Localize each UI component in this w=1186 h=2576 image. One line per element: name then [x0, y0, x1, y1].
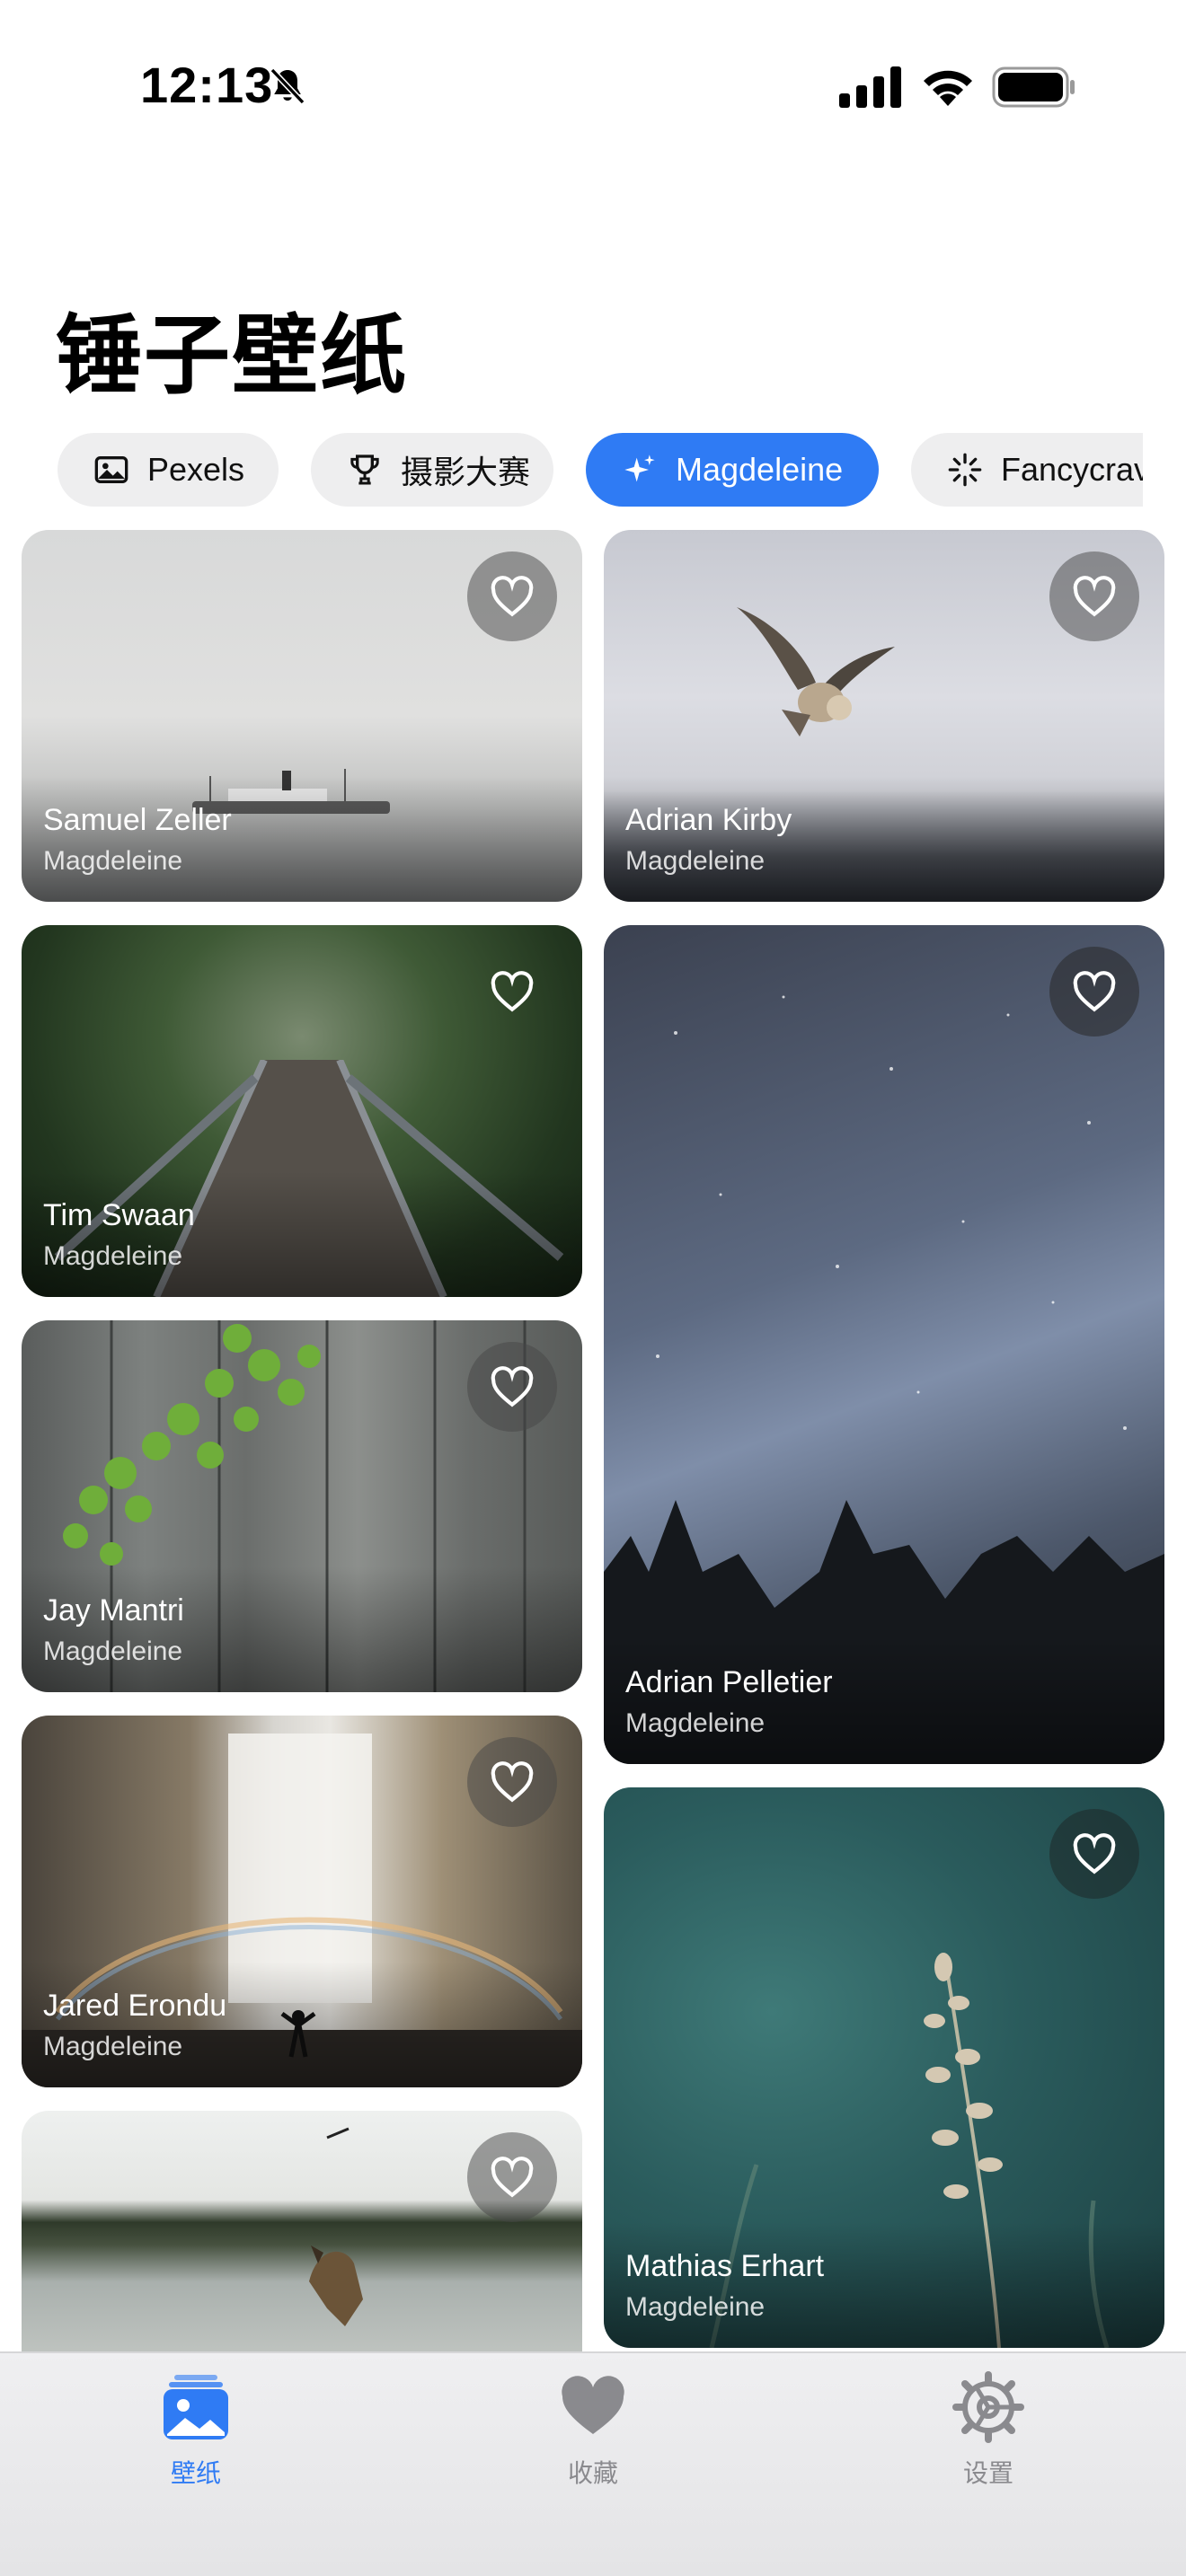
card-gradient — [22, 1171, 582, 1297]
card-source: Magdeleine — [43, 2032, 183, 2061]
wallpaper-card[interactable]: Adrian Pelletier Magdeleine — [604, 925, 1164, 1764]
card-source: Magdeleine — [43, 1241, 183, 1271]
tab-bar: 壁纸 收藏 设置 — [0, 2351, 1186, 2576]
heart-outline-icon — [1073, 576, 1116, 617]
wallpaper-card[interactable]: Jay Mantri Magdeleine — [22, 1320, 582, 1692]
heart-outline-icon — [491, 2157, 534, 2198]
wallpaper-card[interactable] — [22, 2111, 582, 2351]
wallpaper-card[interactable]: Tim Swaan Magdeleine — [22, 925, 582, 1297]
card-gradient — [604, 2222, 1164, 2348]
status-bar: 12:13 — [0, 0, 1186, 171]
card-source: Magdeleine — [43, 846, 183, 876]
card-gradient — [604, 776, 1164, 902]
heart-outline-icon — [491, 971, 534, 1012]
heart-outline-icon — [1073, 971, 1116, 1012]
card-author: Samuel Zeller — [43, 803, 232, 837]
card-author: Jared Erondu — [43, 1989, 227, 2023]
page-title: 锤子壁纸 — [56, 308, 408, 404]
chip-photo-contest[interactable]: 摄影大赛 — [311, 433, 553, 507]
chip-fancycrave[interactable]: Fancycrave — [911, 433, 1143, 507]
status-time: 12:13 — [140, 57, 274, 113]
favorite-button[interactable] — [467, 551, 557, 641]
card-gradient — [22, 776, 582, 902]
card-source: Magdeleine — [625, 1708, 766, 1738]
heart-outline-icon — [491, 576, 534, 617]
wallpaper-card[interactable]: Adrian Kirby Magdeleine — [604, 530, 1164, 902]
favorite-button[interactable] — [467, 2132, 557, 2222]
category-chip-row[interactable]: Pexels 摄影大赛 Magdeleine Fancycrave — [0, 433, 1143, 507]
trophy-icon — [350, 454, 379, 485]
tab-settings[interactable]: 设置 — [898, 2371, 1078, 2506]
card-gradient — [22, 1566, 582, 1692]
chip-pexels[interactable]: Pexels — [58, 433, 279, 507]
card-gradient — [604, 1638, 1164, 1764]
chip-label: Fancycrave — [1001, 451, 1143, 488]
card-author: Tim Swaan — [43, 1198, 195, 1232]
wallpaper-card[interactable]: Jared Erondu Magdeleine — [22, 1716, 582, 2087]
chip-magdeleine[interactable]: Magdeleine — [586, 433, 879, 507]
card-source: Magdeleine — [625, 846, 766, 876]
tab-label: 设置 — [962, 2459, 1013, 2487]
cellular-signal-icon — [839, 66, 901, 108]
favorite-button[interactable] — [1049, 1809, 1139, 1899]
sparkles-icon — [624, 454, 655, 482]
heart-outline-icon — [1073, 1833, 1116, 1875]
chip-label: 摄影大赛 — [401, 454, 531, 490]
card-author: Adrian Kirby — [625, 803, 792, 837]
chip-label: Pexels — [147, 451, 245, 488]
favorite-button[interactable] — [1049, 947, 1139, 1037]
card-source: Magdeleine — [625, 2292, 766, 2322]
card-author: Mathias Erhart — [625, 2249, 825, 2283]
heart-outline-icon — [491, 1761, 534, 1803]
wallpaper-card[interactable]: Samuel Zeller Magdeleine — [22, 530, 582, 902]
wallpaper-icon — [164, 2375, 228, 2439]
card-author: Jay Mantri — [43, 1593, 184, 1628]
tab-wallpaper[interactable]: 壁纸 — [106, 2371, 286, 2506]
wallpaper-card[interactable]: Mathias Erhart Magdeleine — [604, 1787, 1164, 2348]
tab-label: 壁纸 — [170, 2459, 221, 2487]
favorite-button[interactable] — [467, 947, 557, 1037]
wifi-icon — [924, 70, 972, 106]
burst-icon — [948, 453, 982, 487]
card-source: Magdeleine — [43, 1636, 183, 1666]
heart-outline-icon — [491, 1366, 534, 1407]
wallpaper-grid[interactable]: Samuel Zeller Magdeleine Adrian Kirby Ma… — [0, 528, 1186, 2351]
owl-illustration — [737, 607, 895, 737]
battery-icon — [992, 66, 1075, 108]
bell-slash-icon — [270, 67, 305, 105]
favorite-button[interactable] — [1049, 551, 1139, 641]
favorite-button[interactable] — [467, 1342, 557, 1432]
heart-icon — [562, 2376, 624, 2434]
tab-label: 收藏 — [567, 2459, 618, 2487]
gear-icon — [952, 2371, 1024, 2443]
card-author: Adrian Pelletier — [625, 1665, 833, 1699]
favorite-button[interactable] — [467, 1737, 557, 1827]
tab-favorites[interactable]: 收藏 — [503, 2371, 683, 2506]
card-gradient — [22, 1962, 582, 2087]
photo-icon — [94, 456, 128, 483]
chip-label: Magdeleine — [676, 451, 844, 488]
